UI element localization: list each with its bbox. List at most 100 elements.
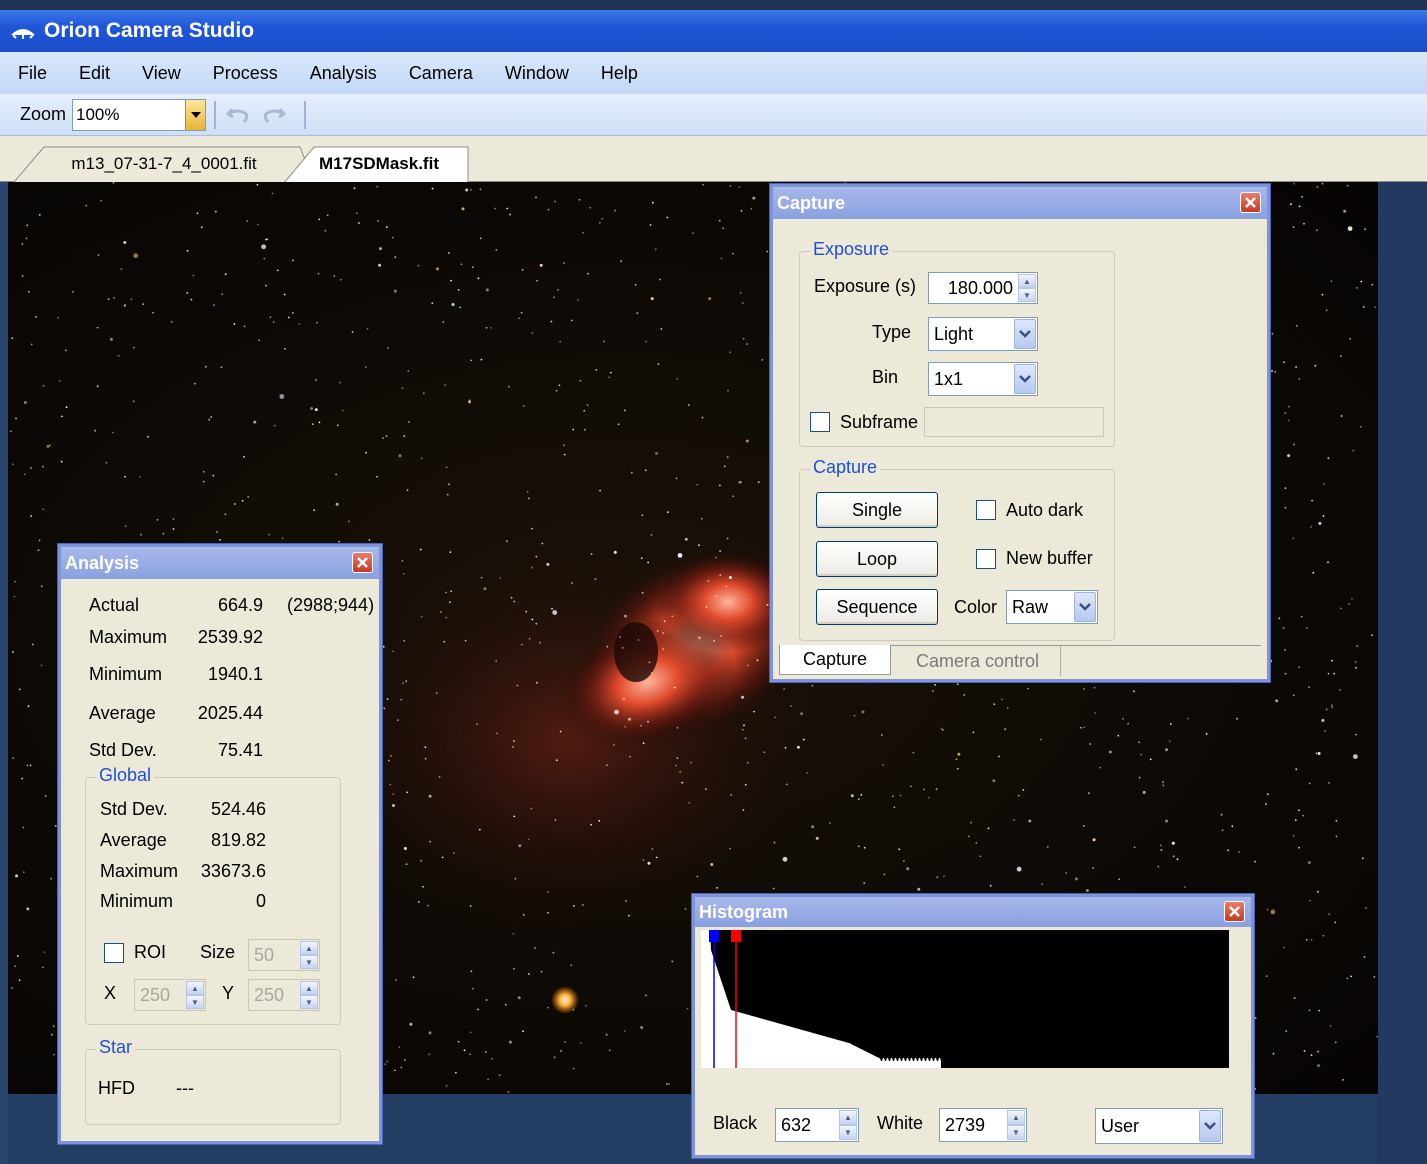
close-icon[interactable] <box>1240 192 1261 213</box>
chevron-down-icon[interactable] <box>1014 364 1036 394</box>
black-marker-handle[interactable] <box>709 930 719 942</box>
close-icon[interactable] <box>352 552 373 573</box>
white-stepper[interactable]: ▲ ▼ <box>1007 1110 1025 1140</box>
star <box>508 385 510 388</box>
y-stepper[interactable]: ▲ ▼ <box>300 981 318 1009</box>
star <box>397 719 399 721</box>
menu-analysis[interactable]: Analysis <box>310 63 377 84</box>
black-stepper[interactable]: ▲ ▼ <box>839 1110 857 1140</box>
exposure-stepper[interactable]: ▲ ▼ <box>1018 274 1036 302</box>
chevron-down-icon[interactable] <box>1199 1110 1221 1142</box>
star <box>420 457 423 460</box>
star <box>676 757 679 759</box>
black-input[interactable]: 632 ▲ ▼ <box>775 1108 859 1142</box>
white-input[interactable]: 2739 ▲ ▼ <box>939 1108 1027 1142</box>
star <box>394 1069 396 1072</box>
star <box>557 289 559 291</box>
star <box>463 1049 466 1052</box>
y-input[interactable]: 250 ▲ ▼ <box>248 979 320 1011</box>
analysis-panel-title[interactable]: Analysis <box>61 547 379 579</box>
star <box>677 553 683 558</box>
star <box>554 819 557 821</box>
bin-select[interactable]: 1x1 <box>928 362 1038 396</box>
star <box>291 312 294 314</box>
menu-edit[interactable]: Edit <box>79 63 110 84</box>
tab-m17sdmask[interactable]: M17SDMask.fit <box>284 146 474 183</box>
histogram-mode-select[interactable]: User <box>1095 1108 1223 1144</box>
capture-body: Exposure Exposure (s) 180.000 ▲ ▼ Type Li… <box>773 219 1267 679</box>
star <box>152 311 155 314</box>
sequence-button[interactable]: Sequence <box>816 589 938 625</box>
menu-window[interactable]: Window <box>505 63 569 84</box>
chevron-down-icon[interactable] <box>1074 592 1096 622</box>
star <box>741 302 744 304</box>
star <box>273 424 276 427</box>
loop-button[interactable]: Loop <box>816 541 938 577</box>
star <box>14 580 16 583</box>
star <box>590 823 592 826</box>
star <box>392 650 394 653</box>
zoom-select[interactable]: 100% <box>72 98 207 131</box>
type-value: Light <box>934 323 974 344</box>
star <box>23 401 27 404</box>
menu-file[interactable]: File <box>18 63 47 84</box>
close-icon[interactable] <box>1224 901 1245 922</box>
star <box>590 553 593 555</box>
undo-icon[interactable] <box>224 101 252 129</box>
white-marker-handle[interactable] <box>731 930 741 942</box>
tab-m13[interactable]: m13_07-31-7_4_0001.fit <box>14 146 314 182</box>
star <box>21 242 24 245</box>
star <box>401 387 404 390</box>
star <box>241 499 244 502</box>
star <box>956 767 959 770</box>
star <box>1284 506 1287 509</box>
star <box>1334 1041 1337 1044</box>
star <box>681 781 684 784</box>
star <box>377 220 379 222</box>
tab-camera-control[interactable]: Camera control <box>895 646 1061 676</box>
redo-icon[interactable] <box>260 101 288 129</box>
x-input[interactable]: 250 ▲ ▼ <box>134 979 206 1011</box>
menu-process[interactable]: Process <box>213 63 278 84</box>
star <box>573 905 575 907</box>
exposure-input[interactable]: 180.000 ▲ ▼ <box>928 272 1038 304</box>
star <box>547 208 550 211</box>
histogram-plot[interactable] <box>701 930 1229 1068</box>
capture-panel-title[interactable]: Capture <box>773 187 1267 219</box>
star <box>640 724 642 727</box>
subframe-input[interactable] <box>924 407 1104 437</box>
star <box>1327 561 1329 564</box>
star <box>546 562 550 566</box>
menu-camera[interactable]: Camera <box>409 63 473 84</box>
star <box>559 340 562 343</box>
star <box>726 537 729 540</box>
star <box>536 279 538 282</box>
star <box>124 525 127 528</box>
color-select[interactable]: Raw <box>1006 590 1098 624</box>
zoom-dropdown-button[interactable] <box>185 99 206 130</box>
tab-camera-control-label: Camera control <box>915 650 1040 671</box>
star <box>1362 306 1365 308</box>
menu-view[interactable]: View <box>142 63 181 84</box>
star <box>472 266 474 269</box>
roi-checkbox[interactable] <box>104 943 124 963</box>
new-buffer-checkbox[interactable] <box>976 549 996 569</box>
size-input[interactable]: 50 ▲ ▼ <box>248 939 320 971</box>
auto-dark-checkbox[interactable] <box>976 500 996 520</box>
type-select[interactable]: Light <box>928 317 1038 351</box>
global-maximum-value: 33673.6 <box>200 861 266 881</box>
tab-capture[interactable]: Capture <box>779 645 891 675</box>
menu-help[interactable]: Help <box>601 63 638 84</box>
star <box>522 914 525 916</box>
star <box>40 664 43 667</box>
histogram-panel-title[interactable]: Histogram <box>695 897 1251 927</box>
star <box>1314 364 1317 367</box>
star <box>675 477 678 480</box>
x-stepper[interactable]: ▲ ▼ <box>186 981 204 1009</box>
chevron-down-icon[interactable] <box>1014 319 1036 349</box>
single-button[interactable]: Single <box>816 492 938 528</box>
star <box>562 444 565 447</box>
subframe-checkbox[interactable] <box>810 412 830 432</box>
star <box>657 363 660 366</box>
size-stepper[interactable]: ▲ ▼ <box>300 941 318 969</box>
